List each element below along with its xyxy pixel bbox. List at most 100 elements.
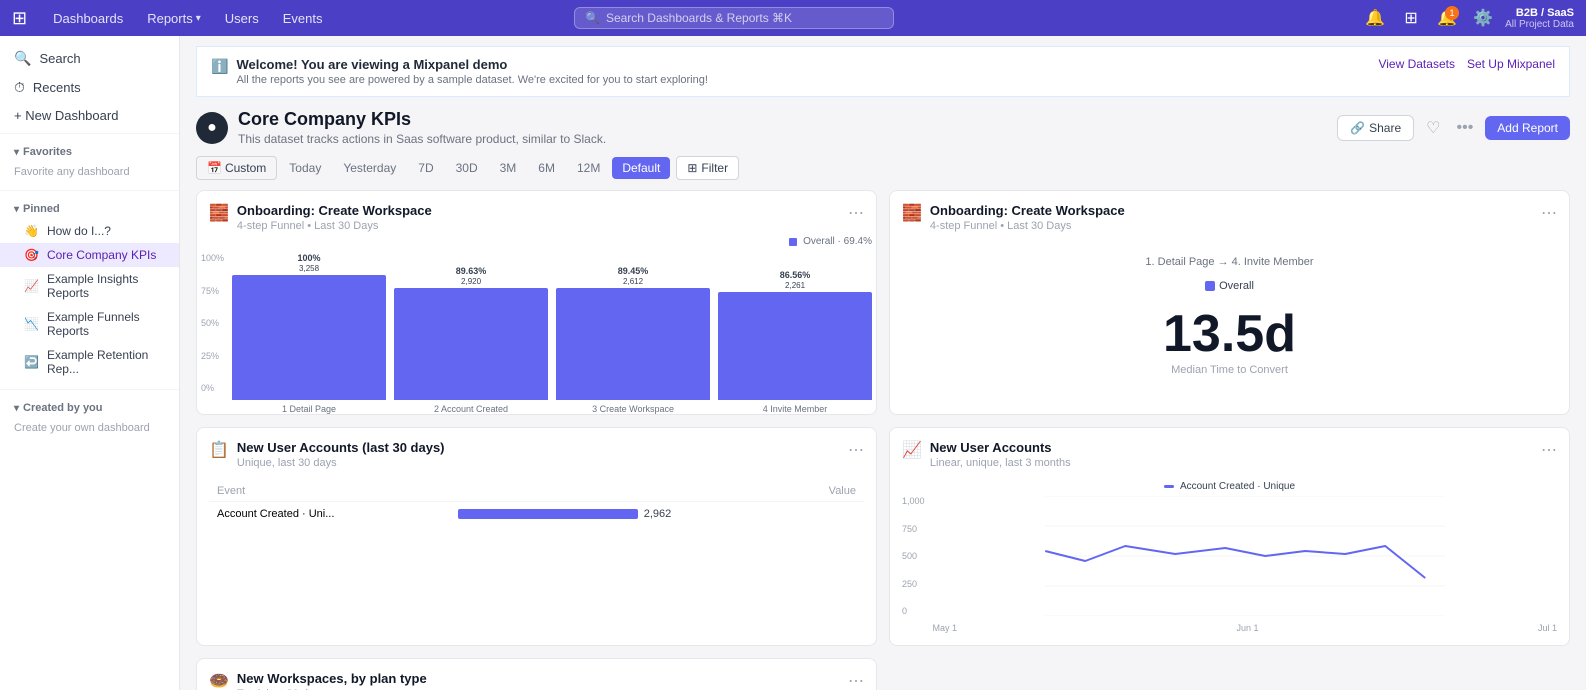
nav-dots[interactable]: ⊞: [12, 8, 27, 29]
funnel-right-header: 🧱 Onboarding: Create Workspace 4-step Fu…: [890, 191, 1569, 236]
funnel-left-title: Onboarding: Create Workspace: [237, 203, 840, 218]
cards-grid: 🧱 Onboarding: Create Workspace 4-step Fu…: [180, 190, 1586, 690]
funnel-right-title: Onboarding: Create Workspace: [930, 203, 1533, 218]
line-card-title: New User Accounts: [930, 440, 1533, 455]
bar-fill: [458, 509, 638, 519]
settings-icon-btn[interactable]: ⚙️: [1469, 4, 1497, 32]
table-row: Account Created · Uni... 2,962: [209, 502, 864, 527]
grid-icon: ⊞: [1404, 8, 1417, 28]
search-input[interactable]: [606, 11, 883, 25]
sidebar-new-dashboard[interactable]: + New Dashboard: [0, 102, 179, 129]
retention-label: Example Retention Rep...: [47, 348, 165, 376]
insights-label: Example Insights Reports: [47, 272, 165, 300]
user-name: B2B / SaaS: [1516, 7, 1574, 19]
grid-icon-btn[interactable]: ⊞: [1397, 4, 1425, 32]
line-legend-label: Account Created · Unique: [1180, 481, 1295, 492]
sidebar-item-retention[interactable]: ↩️ Example Retention Rep...: [0, 343, 179, 381]
nav-events[interactable]: Events: [273, 7, 333, 30]
dashboard-header: ● Core Company KPIs This dataset tracks …: [180, 97, 1586, 152]
date-12m-btn[interactable]: 12M: [567, 157, 610, 179]
date-today-btn[interactable]: Today: [279, 157, 331, 179]
heart-button[interactable]: ♡: [1422, 114, 1444, 142]
banner-title: Welcome! You are viewing a Mixpanel demo: [236, 57, 1370, 72]
app-layout: 🔍 Search ⏱ Recents + New Dashboard ▾ Fav…: [0, 36, 1586, 690]
global-search[interactable]: 🔍: [574, 7, 894, 29]
user-info: B2B / SaaS All Project Data: [1505, 7, 1574, 30]
conversion-value: 13.5d: [1163, 308, 1296, 360]
funnel-right-menu[interactable]: ⋯: [1541, 203, 1557, 223]
banner-actions: View Datasets Set Up Mixpanel: [1378, 57, 1555, 71]
funnel-legend: Overall · 69.4%: [201, 236, 872, 247]
nav-reports[interactable]: Reports ▾: [137, 7, 211, 30]
funnel-right-body: 1. Detail Page → 4. Invite Member Overal…: [890, 236, 1569, 396]
nav-links: Dashboards Reports ▾ Users Events: [43, 7, 332, 30]
recents-label: Recents: [33, 80, 81, 95]
sidebar: 🔍 Search ⏱ Recents + New Dashboard ▾ Fav…: [0, 36, 180, 690]
funnel-card-left: 🧱 Onboarding: Create Workspace 4-step Fu…: [196, 190, 877, 415]
bars-container: 100% 3,258 8: [232, 253, 872, 400]
core-kpis-emoji: 🎯: [24, 248, 39, 262]
bar-3: 89.45% 2,612: [556, 266, 710, 400]
sidebar-created-by-you-section[interactable]: ▾ Created by you: [0, 394, 179, 418]
funnels-emoji: 📉: [24, 317, 39, 331]
bar-val: 2,962: [644, 508, 672, 520]
created-by-you-label: Created by you: [23, 402, 165, 414]
table-card-menu[interactable]: ⋯: [848, 440, 864, 460]
sidebar-item-core-kpis[interactable]: 🎯 Core Company KPIs: [0, 243, 179, 267]
line-icon: 📈: [902, 440, 922, 460]
funnel-right-icon: 🧱: [902, 203, 922, 223]
donut-card: 🍩 New Workspaces, by plan type Total, la…: [196, 658, 877, 690]
core-kpis-label: Core Company KPIs: [47, 248, 156, 262]
sidebar-pinned-section[interactable]: ▾ Pinned: [0, 195, 179, 219]
filter-btn[interactable]: ⊞ Filter: [676, 156, 739, 180]
table-card-sub: Unique, last 30 days: [237, 457, 840, 469]
bar-2: 89.63% 2,920: [394, 266, 548, 400]
clock-icon: ⏱: [14, 79, 25, 96]
demo-banner: ℹ️ Welcome! You are viewing a Mixpanel d…: [196, 46, 1570, 97]
funnel-left-sub: 4-step Funnel • Last 30 Days: [237, 220, 840, 232]
funnel-left-menu[interactable]: ⋯: [848, 203, 864, 223]
nav-users[interactable]: Users: [215, 7, 269, 30]
banner-text: Welcome! You are viewing a Mixpanel demo…: [236, 57, 1370, 86]
nav-dashboards[interactable]: Dashboards: [43, 7, 133, 30]
avatar-emoji: ●: [207, 119, 217, 137]
donut-card-header: 🍩 New Workspaces, by plan type Total, la…: [197, 659, 876, 690]
view-datasets-btn[interactable]: View Datasets: [1378, 57, 1454, 71]
date-default-btn[interactable]: Default: [612, 157, 670, 179]
sidebar-item-funnels[interactable]: 📉 Example Funnels Reports: [0, 305, 179, 343]
date-yesterday-btn[interactable]: Yesterday: [333, 157, 406, 179]
sidebar-search[interactable]: 🔍 Search: [0, 44, 179, 73]
donut-card-title: New Workspaces, by plan type: [237, 671, 840, 686]
add-report-button[interactable]: Add Report: [1485, 116, 1570, 140]
notifications-icon-btn[interactable]: 🔔: [1361, 4, 1389, 32]
overall-dot: [1205, 281, 1215, 291]
line-card-menu[interactable]: ⋯: [1541, 440, 1557, 460]
date-3m-btn[interactable]: 3M: [490, 157, 527, 179]
user-project: All Project Data: [1505, 19, 1574, 30]
dashboard-title: Core Company KPIs: [238, 109, 1327, 130]
sidebar-item-how-do-i[interactable]: 👋 How do I...?: [0, 219, 179, 243]
funnel-left-body: Overall · 69.4% 100% 75% 50% 25% 0%: [197, 236, 876, 414]
alerts-icon-btn[interactable]: 🔔 1: [1433, 4, 1461, 32]
date-6m-btn[interactable]: 6M: [528, 157, 565, 179]
favorites-hint: Favorite any dashboard: [0, 162, 179, 186]
line-legend-dot: [1164, 485, 1174, 488]
date-30d-btn[interactable]: 30D: [446, 157, 488, 179]
how-do-i-label: How do I...?: [47, 224, 111, 238]
date-custom-btn[interactable]: 📅 Custom: [196, 156, 277, 180]
filter-icon: ⊞: [687, 161, 697, 175]
chevron-down-icon3: ▾: [14, 403, 19, 414]
sidebar-item-insights[interactable]: 📈 Example Insights Reports: [0, 267, 179, 305]
setup-mixpanel-btn[interactable]: Set Up Mixpanel: [1467, 57, 1555, 71]
dashboard-actions: 🔗 Share ♡ ••• Add Report: [1337, 114, 1570, 142]
legend-dot: [789, 238, 797, 246]
donut-card-menu[interactable]: ⋯: [848, 671, 864, 690]
sidebar-favorites-section[interactable]: ▾ Favorites: [0, 138, 179, 162]
more-options-button[interactable]: •••: [1452, 115, 1477, 141]
table-card: 📋 New User Accounts (last 30 days) Uniqu…: [196, 427, 877, 646]
share-button[interactable]: 🔗 Share: [1337, 115, 1414, 141]
bar-1: 100% 3,258: [232, 253, 386, 400]
date-7d-btn[interactable]: 7D: [408, 157, 443, 179]
sidebar-recents[interactable]: ⏱ Recents: [0, 73, 179, 102]
alert-badge: 1: [1445, 6, 1459, 20]
